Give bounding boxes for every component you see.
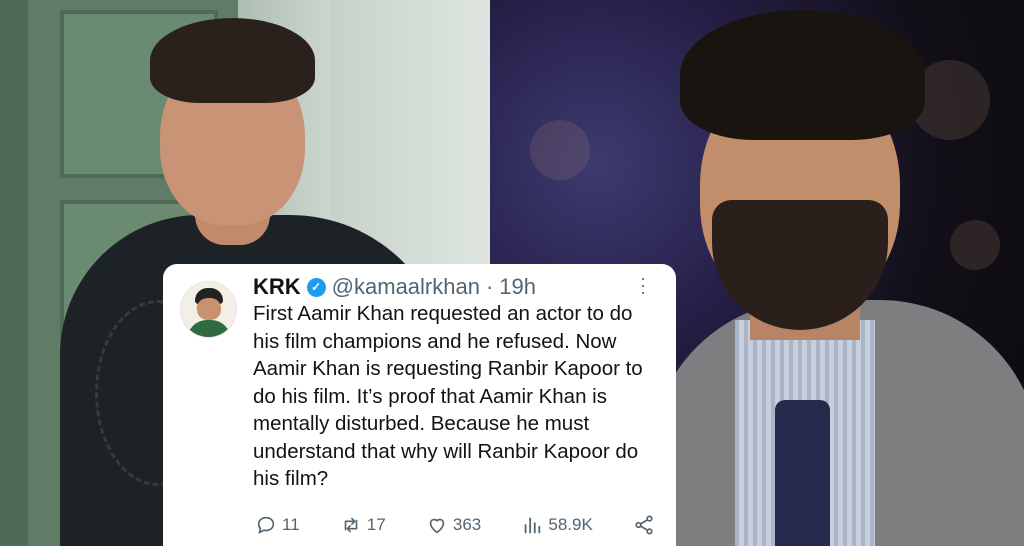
share-button[interactable] <box>633 514 655 536</box>
door-pillar <box>0 0 28 546</box>
views-button[interactable]: 58.9K <box>521 514 593 536</box>
tweet-card[interactable]: KRK ✓ @kamaalrkhan · 19h ··· First Aamir… <box>163 264 676 546</box>
retweet-count: 17 <box>366 515 386 534</box>
share-icon <box>635 515 653 535</box>
author-name[interactable]: KRK <box>253 274 301 300</box>
like-count: 363 <box>452 515 482 534</box>
bokeh-light <box>950 220 1000 270</box>
heart-icon <box>429 518 445 534</box>
retweet-icon <box>344 517 358 533</box>
tweet-actions: 11 17 363 58.9K <box>255 514 655 536</box>
reply-button[interactable]: 11 <box>255 514 300 536</box>
retweet-button[interactable]: 17 <box>340 514 386 536</box>
views-icon <box>525 517 541 534</box>
person-b-hair <box>680 10 925 140</box>
reply-icon <box>257 516 275 534</box>
author-handle[interactable]: @kamaalrkhan <box>332 274 480 300</box>
avatar-face <box>197 298 221 320</box>
tweet-text: First Aamir Khan requested an actor to d… <box>253 302 643 490</box>
composite-image: KRK ✓ @kamaalrkhan · 19h ··· First Aamir… <box>0 0 1024 546</box>
reply-count: 11 <box>282 515 300 534</box>
person-b-tie <box>775 400 830 546</box>
views-count: 58.9K <box>548 515 593 534</box>
person-a-hair <box>150 18 315 103</box>
tweet-header: KRK ✓ @kamaalrkhan · 19h <box>253 274 536 300</box>
bokeh-light <box>530 120 590 180</box>
avatar-shirt <box>187 320 231 337</box>
tweet-timestamp[interactable]: 19h <box>499 274 536 300</box>
separator-dot: · <box>485 274 494 299</box>
avatar[interactable] <box>180 281 237 338</box>
verified-badge-icon: ✓ <box>306 277 326 297</box>
more-options-icon[interactable]: ··· <box>633 276 654 297</box>
like-button[interactable]: 363 <box>426 514 481 536</box>
